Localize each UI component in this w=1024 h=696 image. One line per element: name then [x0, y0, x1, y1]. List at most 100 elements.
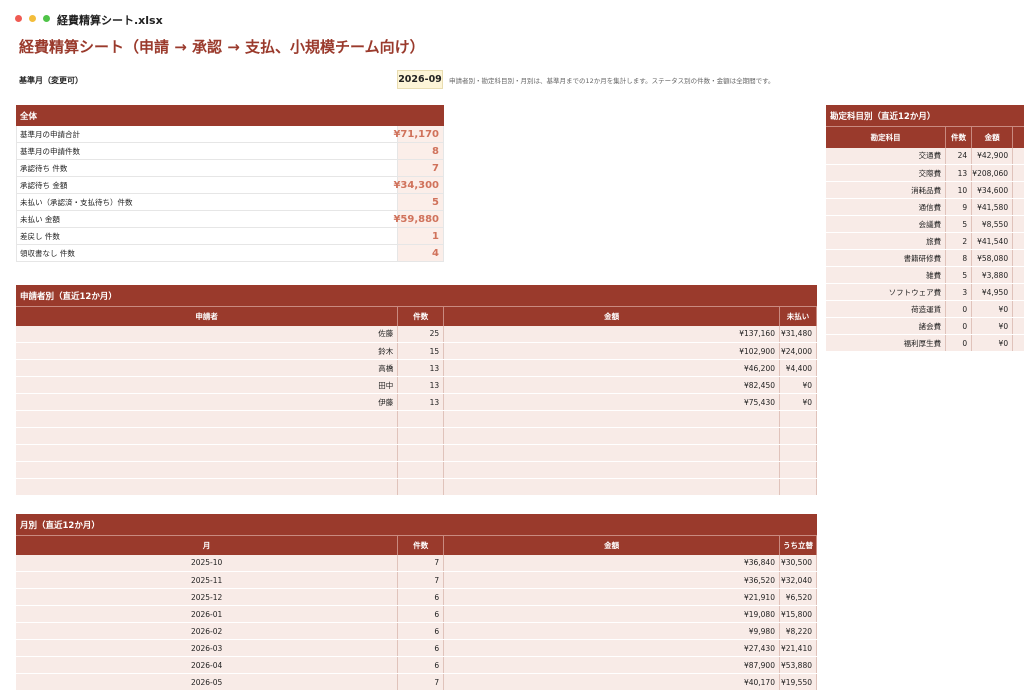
monthly-cell[interactable]: 6: [397, 656, 445, 674]
monthly-cell[interactable]: 2025-12: [16, 588, 399, 606]
accounts-column-header[interactable]: 未: [1012, 126, 1024, 148]
accounts-cell[interactable]: 旅費: [826, 232, 947, 250]
applicants-empty-cell[interactable]: [779, 478, 818, 496]
monthly-column-header[interactable]: うち立替: [779, 535, 818, 555]
monthly-cell[interactable]: ¥53,880: [779, 656, 818, 674]
monthly-cell[interactable]: 7: [397, 571, 445, 589]
applicants-cell[interactable]: 伊藤: [16, 393, 399, 411]
monthly-column-header[interactable]: 件数: [397, 535, 445, 555]
applicants-cell[interactable]: 13: [397, 393, 445, 411]
monthly-cell[interactable]: ¥9,980: [443, 622, 780, 640]
accounts-cell[interactable]: [1012, 266, 1024, 284]
applicants-cell[interactable]: 13: [397, 376, 445, 394]
accounts-cell[interactable]: 24: [945, 147, 973, 165]
monthly-cell[interactable]: ¥8,220: [779, 622, 818, 640]
applicants-cell[interactable]: 佐藤: [16, 325, 399, 343]
close-window-button[interactable]: [15, 15, 22, 22]
accounts-cell[interactable]: 13: [945, 164, 973, 182]
applicants-cell[interactable]: 25: [397, 325, 445, 343]
accounts-cell[interactable]: 交際費: [826, 164, 947, 182]
overview-row-label[interactable]: 基準月の申請合計: [16, 126, 398, 142]
accounts-cell[interactable]: 交通費: [826, 147, 947, 165]
overview-row-label[interactable]: 承認待ち 件数: [16, 160, 398, 176]
applicants-cell[interactable]: ¥24,000: [779, 342, 818, 360]
applicants-empty-cell[interactable]: [779, 444, 818, 462]
monthly-cell[interactable]: 2026-03: [16, 639, 399, 657]
accounts-cell[interactable]: [1012, 198, 1024, 216]
applicants-cell[interactable]: ¥31,480: [779, 325, 818, 343]
monthly-cell[interactable]: ¥19,550: [779, 673, 818, 691]
monthly-cell[interactable]: ¥87,900: [443, 656, 780, 674]
applicants-empty-cell[interactable]: [16, 444, 399, 462]
monthly-cell[interactable]: 2026-05: [16, 673, 399, 691]
overview-row-label[interactable]: 未払い 金額: [16, 211, 398, 227]
accounts-cell[interactable]: 会議費: [826, 215, 947, 233]
applicants-column-header[interactable]: 金額: [443, 306, 780, 326]
accounts-cell[interactable]: ¥58,080: [971, 249, 1014, 267]
applicants-empty-cell[interactable]: [779, 410, 818, 428]
accounts-cell[interactable]: [1012, 215, 1024, 233]
accounts-cell[interactable]: [1012, 300, 1024, 318]
applicants-cell[interactable]: ¥137,160: [443, 325, 780, 343]
overview-row-value[interactable]: ¥59,880: [393, 211, 444, 227]
accounts-cell[interactable]: 0: [945, 300, 973, 318]
accounts-cell[interactable]: 4: [1012, 164, 1024, 182]
applicants-empty-cell[interactable]: [16, 461, 399, 479]
accounts-cell[interactable]: ¥4,950: [971, 283, 1014, 301]
applicants-empty-cell[interactable]: [16, 427, 399, 445]
applicants-cell[interactable]: 田中: [16, 376, 399, 394]
monthly-cell[interactable]: ¥40,170: [443, 673, 780, 691]
accounts-cell[interactable]: [1012, 334, 1024, 352]
accounts-cell[interactable]: ¥0: [971, 334, 1014, 352]
accounts-cell[interactable]: [1012, 283, 1024, 301]
accounts-cell[interactable]: ¥3,880: [971, 266, 1014, 284]
accounts-cell[interactable]: ソフトウェア費: [826, 283, 947, 301]
accounts-cell[interactable]: 0: [945, 334, 973, 352]
applicants-empty-cell[interactable]: [397, 444, 445, 462]
accounts-cell[interactable]: 2: [945, 232, 973, 250]
applicants-cell[interactable]: ¥102,900: [443, 342, 780, 360]
accounts-cell[interactable]: 荷造運賃: [826, 300, 947, 318]
accounts-cell[interactable]: ¥41,540: [971, 232, 1014, 250]
accounts-cell[interactable]: 9: [945, 198, 973, 216]
monthly-cell[interactable]: 7: [397, 673, 445, 691]
monthly-cell[interactable]: 7: [397, 554, 445, 572]
accounts-cell[interactable]: ¥208,060: [971, 164, 1014, 182]
accounts-cell[interactable]: ¥8,550: [971, 215, 1014, 233]
overview-row-value[interactable]: ¥71,170: [393, 126, 444, 142]
applicants-cell[interactable]: 15: [397, 342, 445, 360]
monthly-cell[interactable]: 2026-02: [16, 622, 399, 640]
applicants-empty-cell[interactable]: [779, 427, 818, 445]
applicants-empty-cell[interactable]: [443, 478, 780, 496]
applicants-column-header[interactable]: 件数: [397, 306, 445, 326]
overview-row-value[interactable]: ¥34,300: [393, 177, 444, 193]
overview-row-value[interactable]: 4: [398, 245, 444, 261]
base-month-input[interactable]: 2026-09: [397, 70, 443, 89]
accounts-cell[interactable]: 通信費: [826, 198, 947, 216]
applicants-column-header[interactable]: 未払い: [779, 306, 818, 326]
overview-row-label[interactable]: 基準月の申請件数: [16, 143, 398, 159]
applicants-cell[interactable]: 高橋: [16, 359, 399, 377]
applicants-empty-cell[interactable]: [397, 427, 445, 445]
overview-row-label[interactable]: 差戻し 件数: [16, 228, 398, 244]
applicants-cell[interactable]: 13: [397, 359, 445, 377]
accounts-cell[interactable]: 3: [945, 283, 973, 301]
applicants-empty-cell[interactable]: [397, 461, 445, 479]
monthly-cell[interactable]: ¥30,500: [779, 554, 818, 572]
accounts-cell[interactable]: 10: [945, 181, 973, 199]
applicants-cell[interactable]: ¥46,200: [443, 359, 780, 377]
applicants-empty-cell[interactable]: [443, 427, 780, 445]
accounts-cell[interactable]: ¥34,600: [971, 181, 1014, 199]
monthly-cell[interactable]: 6: [397, 588, 445, 606]
applicants-cell[interactable]: ¥0: [779, 393, 818, 411]
overview-row-value[interactable]: 7: [398, 160, 444, 176]
monthly-cell[interactable]: 2026-01: [16, 605, 399, 623]
accounts-cell[interactable]: ¥42,900: [971, 147, 1014, 165]
applicants-empty-cell[interactable]: [16, 410, 399, 428]
accounts-cell[interactable]: ¥0: [971, 317, 1014, 335]
accounts-cell[interactable]: 雑費: [826, 266, 947, 284]
accounts-cell[interactable]: [1012, 181, 1024, 199]
monthly-cell[interactable]: ¥36,840: [443, 554, 780, 572]
monthly-cell[interactable]: 2026-04: [16, 656, 399, 674]
monthly-cell[interactable]: ¥19,080: [443, 605, 780, 623]
